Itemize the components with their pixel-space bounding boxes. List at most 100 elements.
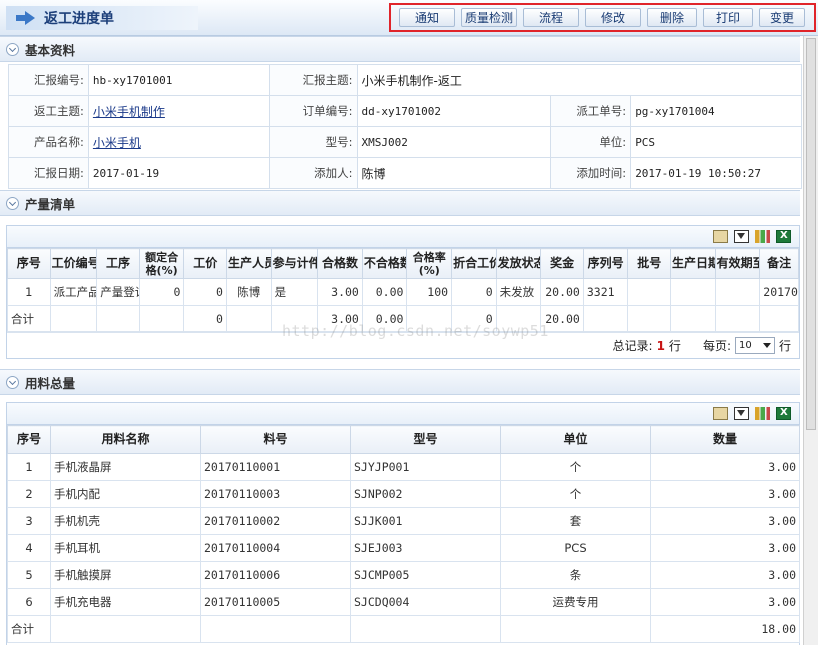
cell: SJCDQ004 xyxy=(350,588,501,616)
col-header[interactable]: 单位 xyxy=(500,425,651,454)
cell xyxy=(714,278,761,306)
col-header[interactable]: 序列号 xyxy=(582,248,629,279)
col-header[interactable]: 工价 xyxy=(183,248,227,279)
cell: SJYJP001 xyxy=(350,453,501,481)
excel-icon[interactable] xyxy=(776,230,791,243)
cell xyxy=(627,278,672,306)
col-header[interactable]: 合格数 xyxy=(317,248,363,279)
col-header[interactable]: 批号 xyxy=(627,248,672,279)
table-row[interactable]: 5 手机触摸屏 20170110006 SJCMP005 条 3.00 xyxy=(7,561,800,589)
col-header[interactable]: 不合格数 xyxy=(361,248,408,279)
section-output[interactable]: 产量清单 xyxy=(0,190,800,216)
cell: 20170110001 xyxy=(200,453,351,481)
cell: SJCMP005 xyxy=(350,561,501,589)
col-header[interactable]: 用料名称 xyxy=(50,425,201,454)
toggle-icon[interactable] xyxy=(6,196,19,210)
col-header[interactable]: 备注 xyxy=(759,248,799,279)
cell: 0 xyxy=(138,278,185,306)
table-row[interactable]: 3 手机机壳 20170110002 SJJK001 套 3.00 xyxy=(7,507,800,535)
cell: 0.00 xyxy=(361,278,408,306)
cell: 3.00 xyxy=(650,534,800,562)
quality-check-button[interactable]: 质量检测 xyxy=(461,8,517,27)
grid-toolbar xyxy=(7,226,799,248)
model-value: XMSJ002 xyxy=(356,126,552,158)
col-header[interactable]: 料号 xyxy=(200,425,351,454)
scrollbar-thumb[interactable] xyxy=(806,38,816,430)
rework-subject-link[interactable]: 小米手机制作 xyxy=(93,105,165,119)
col-header[interactable]: 奖金 xyxy=(540,248,584,279)
vertical-scrollbar[interactable] xyxy=(803,36,818,645)
dispatch-no-label: 派工单号: xyxy=(550,95,632,127)
cell: 100 xyxy=(406,278,453,306)
col-header[interactable]: 工序 xyxy=(96,248,140,279)
product-link[interactable]: 小米手机 xyxy=(93,136,141,150)
col-header[interactable]: 合格率(%) xyxy=(406,248,453,279)
grid-toolbar xyxy=(7,403,799,425)
settings-icon[interactable] xyxy=(713,230,728,243)
section-title: 基本资料 xyxy=(25,42,76,58)
section-title: 产量清单 xyxy=(25,196,76,212)
toggle-icon[interactable] xyxy=(6,375,19,389)
col-header[interactable]: 发放状态 xyxy=(495,248,542,279)
cell: 3.00 xyxy=(650,588,800,616)
cell: SJEJ003 xyxy=(350,534,501,562)
col-header[interactable]: 型号 xyxy=(350,425,501,454)
edit-button[interactable]: 修改 xyxy=(585,8,641,27)
col-header[interactable]: 序号 xyxy=(7,248,51,279)
material-table: 序号 用料名称 料号 型号 单位 数量 1 手机液晶屏 20170110001 … xyxy=(7,425,800,643)
table-row[interactable]: 6 手机充电器 20170110005 SJCDQ004 运费专用 3.00 xyxy=(7,588,800,616)
cell: 套 xyxy=(500,507,651,535)
model-label: 型号: xyxy=(268,126,358,158)
total-records-count: 1 xyxy=(656,338,665,353)
cell: 3.00 xyxy=(650,561,800,589)
arrow-right-icon xyxy=(16,11,36,25)
change-button[interactable]: 变更 xyxy=(759,8,805,27)
print-button[interactable]: 打印 xyxy=(703,8,753,27)
add-time-label: 添加时间: xyxy=(550,157,632,189)
report-subject-value: 小米手机制作-返工 xyxy=(356,64,803,96)
col-header[interactable]: 生产人员 xyxy=(225,248,272,279)
notify-button[interactable]: 通知 xyxy=(399,8,455,27)
col-header[interactable]: 有效期至 xyxy=(714,248,761,279)
col-header[interactable]: 参与计件 xyxy=(270,248,319,279)
settings-icon[interactable] xyxy=(713,407,728,420)
filter-icon[interactable] xyxy=(734,230,749,243)
output-table: 序号 工价编号 工序 额定合格(%) 工价 生产人员 参与计件 合格数 不合格数… xyxy=(7,248,799,332)
col-header[interactable]: 折合工价 xyxy=(451,248,497,279)
section-basic-info[interactable]: 基本资料 xyxy=(0,36,800,62)
table-row[interactable]: 1 手机液晶屏 20170110001 SJYJP001 个 3.00 xyxy=(7,453,800,481)
page-size-select[interactable]: 10 xyxy=(734,337,775,354)
col-header[interactable]: 数量 xyxy=(650,425,800,454)
cell: 20170110006 xyxy=(200,561,351,589)
cell: 3.00 xyxy=(650,480,800,508)
cell: 条 xyxy=(500,561,651,589)
excel-icon[interactable] xyxy=(776,407,791,420)
toggle-icon[interactable] xyxy=(6,42,19,56)
total-label: 合计 xyxy=(7,305,51,332)
delete-button[interactable]: 删除 xyxy=(647,8,697,27)
section-material[interactable]: 用料总量 xyxy=(0,369,800,395)
cell: 1 xyxy=(7,278,51,306)
col-header[interactable]: 工价编号 xyxy=(49,248,98,279)
action-toolbar: 通知 质量检测 流程 修改 删除 打印 变更 xyxy=(389,3,816,32)
cell: 手机触摸屏 xyxy=(50,561,201,589)
bar-chart-icon[interactable] xyxy=(755,230,770,243)
cell: 20.00 xyxy=(540,278,584,306)
unit-value: PCS xyxy=(630,126,802,158)
bar-chart-icon[interactable] xyxy=(755,407,770,420)
cell: 未发放 xyxy=(495,278,542,306)
total-price: 0 xyxy=(183,305,227,332)
col-header[interactable]: 序号 xyxy=(7,425,51,454)
material-panel: 序号 用料名称 料号 型号 单位 数量 1 手机液晶屏 20170110001 … xyxy=(6,402,800,645)
filter-icon[interactable] xyxy=(734,407,749,420)
table-row[interactable]: 4 手机耳机 20170110004 SJEJ003 PCS 3.00 xyxy=(7,534,800,562)
table-row[interactable]: 2 手机内配 20170110003 SJNP002 个 3.00 xyxy=(7,480,800,508)
cell: SJNP002 xyxy=(350,480,501,508)
table-row[interactable]: 1 派工产品 产量登记 0 0 陈博 是 3.00 0.00 100 0 未发放… xyxy=(7,278,799,306)
page-size-label: 每页: xyxy=(702,339,731,353)
col-header[interactable]: 生产日期 xyxy=(670,248,716,279)
total-row: 合计 18.00 xyxy=(7,615,800,643)
col-header[interactable]: 额定合格(%) xyxy=(138,248,185,279)
workflow-button[interactable]: 流程 xyxy=(523,8,579,27)
top-bar: 返工进度单 通知 质量检测 流程 修改 删除 打印 变更 xyxy=(0,0,818,36)
